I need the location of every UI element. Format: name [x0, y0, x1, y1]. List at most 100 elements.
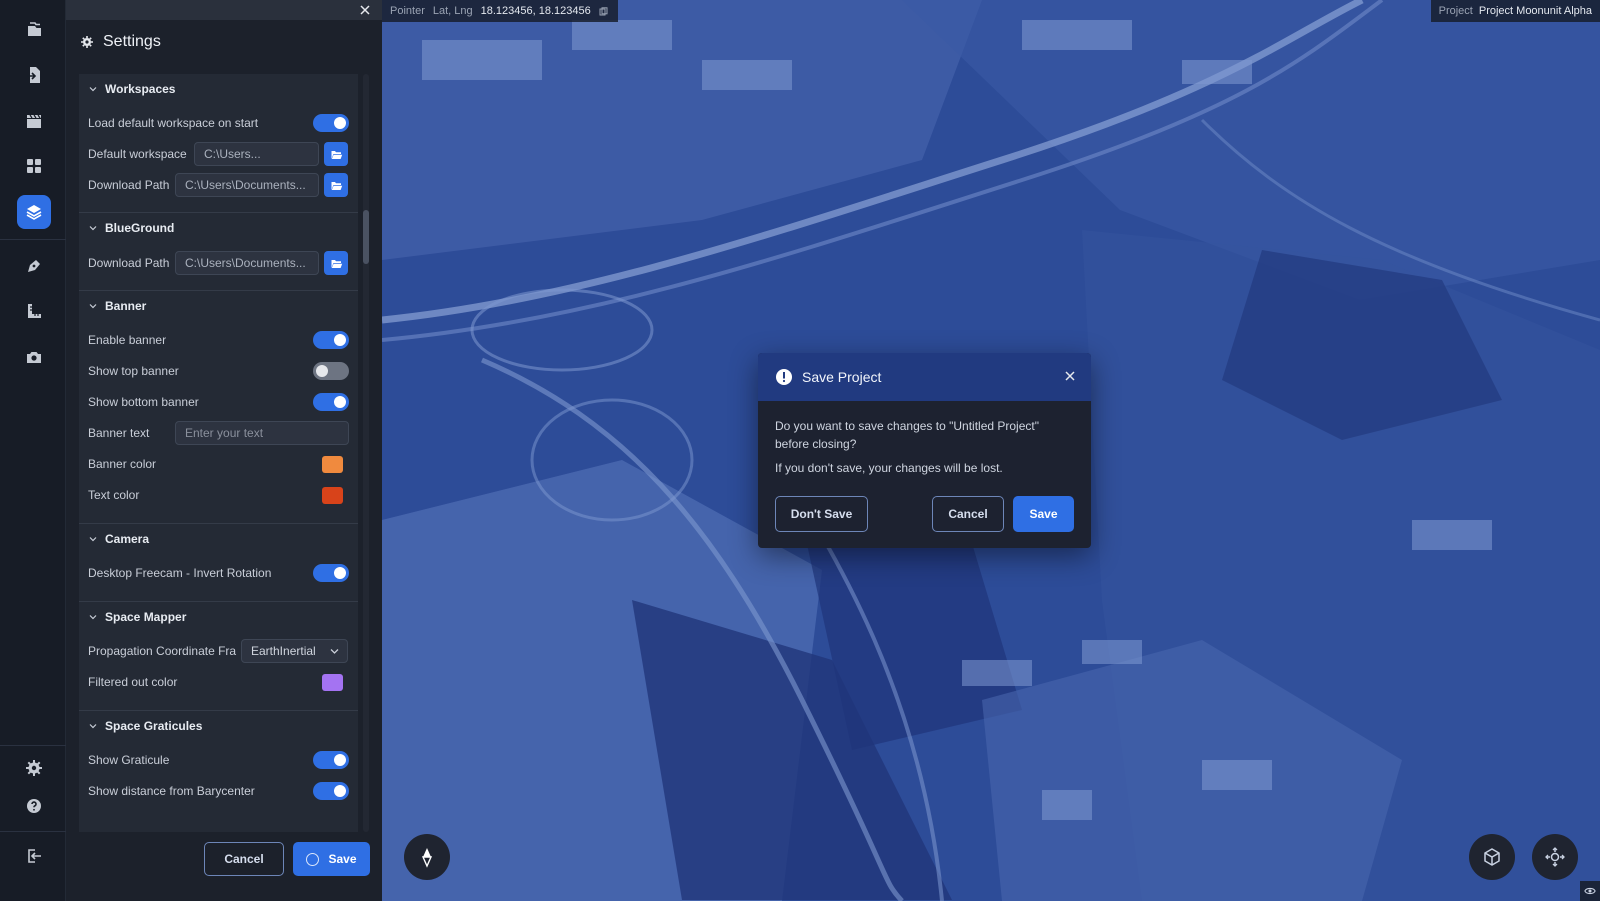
- scrollbar-thumb[interactable]: [363, 210, 369, 264]
- settings-panel: Settings Workspaces Load default workspa…: [66, 0, 382, 901]
- dashboard-grid-icon[interactable]: [17, 149, 51, 183]
- project-label: Project: [1438, 5, 1473, 17]
- chevron-down-icon: [89, 87, 97, 92]
- section-space-graticules[interactable]: Space Graticules: [89, 719, 202, 733]
- settings-cancel-button[interactable]: Cancel: [204, 842, 284, 876]
- project-bar: Project Project Moonunit Alpha: [1430, 0, 1600, 22]
- text-color-label: Text color: [88, 488, 140, 502]
- section-banner[interactable]: Banner: [89, 299, 146, 313]
- visibility-button[interactable]: [1580, 881, 1600, 901]
- chevron-down-icon: [89, 615, 97, 620]
- close-icon[interactable]: [358, 3, 372, 17]
- filtered-color-swatch[interactable]: [322, 674, 343, 691]
- section-divider: [79, 212, 358, 213]
- download-path-input[interactable]: C:\Users\Documents...: [175, 173, 319, 197]
- section-title-label: Camera: [105, 532, 150, 546]
- section-space-mapper[interactable]: Space Mapper: [89, 610, 186, 624]
- compass-button[interactable]: [404, 834, 450, 880]
- banner-color-label: Banner color: [88, 457, 157, 471]
- rail-divider: [0, 745, 66, 746]
- banner-text-label: Banner text: [88, 426, 150, 440]
- panel-topbar: [66, 0, 382, 20]
- save-project-dialog: Save Project Do you want to save changes…: [758, 353, 1091, 548]
- bottom-banner-label: Show bottom banner: [88, 395, 199, 409]
- dialog-note: If you don't save, your changes will be …: [775, 461, 1003, 475]
- bottom-banner-toggle[interactable]: [313, 393, 349, 411]
- chevron-down-icon: [330, 649, 339, 654]
- folder-open-icon: [330, 259, 342, 268]
- cube-view-button[interactable]: [1469, 834, 1515, 880]
- pointer-label: Pointer: [390, 5, 425, 17]
- text-color-swatch[interactable]: [322, 487, 343, 504]
- app-window: Settings Workspaces Load default workspa…: [0, 0, 1600, 901]
- chevron-down-icon: [89, 304, 97, 309]
- clapperboard-icon[interactable]: [17, 104, 51, 138]
- rail-divider: [0, 831, 66, 832]
- dialog-header: Save Project: [758, 353, 1091, 401]
- section-divider: [79, 601, 358, 602]
- section-divider: [79, 710, 358, 711]
- latlng-value: 18.123456, 18.123456: [480, 5, 591, 17]
- show-graticule-toggle[interactable]: [313, 751, 349, 769]
- folder-open-icon: [330, 181, 342, 190]
- show-graticule-label: Show Graticule: [88, 753, 170, 767]
- pen-nib-icon[interactable]: [17, 249, 51, 283]
- dialog-save-button[interactable]: Save: [1013, 496, 1074, 532]
- camera-icon[interactable]: [17, 340, 51, 374]
- enable-banner-label: Enable banner: [88, 333, 167, 347]
- dialog-title: Save Project: [802, 369, 882, 385]
- section-workspaces[interactable]: Workspaces: [89, 82, 175, 96]
- blueground-download-label: Download Path: [88, 256, 170, 270]
- browse-download-button[interactable]: [324, 173, 348, 197]
- pointer-coordinates-bar: Pointer Lat, Lng 18.123456, 18.123456: [382, 0, 618, 22]
- default-workspace-input[interactable]: C:\Users...: [194, 142, 319, 166]
- top-banner-toggle[interactable]: [313, 362, 349, 380]
- section-divider: [79, 290, 358, 291]
- section-title-label: BlueGround: [105, 221, 175, 235]
- orbit-icon: [1545, 847, 1565, 867]
- freecam-toggle[interactable]: [313, 564, 349, 582]
- browse-blueground-button[interactable]: [324, 251, 348, 275]
- settings-save-button[interactable]: Save: [293, 842, 370, 876]
- gear-icon[interactable]: [17, 751, 51, 785]
- close-icon[interactable]: [1064, 370, 1076, 382]
- blueground-download-input[interactable]: C:\Users\Documents...: [175, 251, 319, 275]
- filtered-color-label: Filtered out color: [88, 675, 178, 689]
- layers-icon[interactable]: [17, 195, 51, 229]
- barycenter-toggle[interactable]: [313, 782, 349, 800]
- orbit-button[interactable]: [1532, 834, 1578, 880]
- file-import-icon[interactable]: [17, 58, 51, 92]
- section-title-label: Space Graticules: [105, 719, 203, 733]
- copy-icon[interactable]: [599, 6, 608, 16]
- dialog-cancel-button[interactable]: Cancel: [932, 496, 1004, 532]
- save-button-label: Save: [328, 852, 357, 866]
- section-blueground[interactable]: BlueGround: [89, 221, 174, 235]
- propagation-select-value: EarthInertial: [251, 644, 316, 658]
- section-camera[interactable]: Camera: [89, 532, 149, 546]
- ruler-icon[interactable]: [17, 294, 51, 328]
- load-default-toggle[interactable]: [313, 114, 349, 132]
- chevron-down-icon: [89, 226, 97, 231]
- freecam-label: Desktop Freecam - Invert Rotation: [88, 566, 272, 580]
- dont-save-button[interactable]: Don't Save: [775, 496, 868, 532]
- enable-banner-toggle[interactable]: [313, 331, 349, 349]
- banner-text-input[interactable]: Enter your text: [175, 421, 349, 445]
- propagation-select[interactable]: EarthInertial: [241, 639, 348, 663]
- chevron-down-icon: [89, 537, 97, 542]
- section-title-label: Banner: [105, 299, 147, 313]
- section-title-label: Workspaces: [105, 82, 176, 96]
- settings-scrollbar[interactable]: [363, 74, 369, 832]
- load-default-label: Load default workspace on start: [88, 116, 259, 130]
- section-title-label: Space Mapper: [105, 610, 187, 624]
- browse-folder-button[interactable]: [324, 142, 348, 166]
- folder-stack-icon[interactable]: [17, 13, 51, 47]
- loading-spinner-icon: [306, 852, 320, 866]
- banner-color-swatch[interactable]: [322, 456, 343, 473]
- logout-icon[interactable]: [17, 839, 51, 873]
- cube-view-icon: [1484, 848, 1500, 866]
- panel-footer: Cancel Save: [66, 832, 382, 901]
- help-icon[interactable]: [17, 789, 51, 823]
- dialog-message: Do you want to save changes to "Untitled…: [775, 419, 1039, 451]
- top-banner-label: Show top banner: [88, 364, 179, 378]
- panel-title: Settings: [80, 30, 161, 54]
